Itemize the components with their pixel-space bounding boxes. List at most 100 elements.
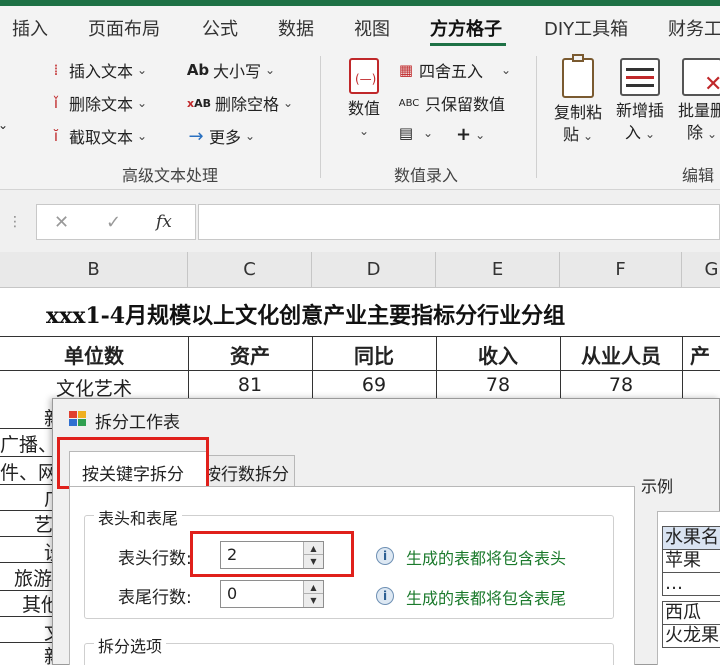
header-cell[interactable]: 从业人员 bbox=[560, 340, 682, 369]
column-header-b[interactable]: B bbox=[0, 252, 188, 288]
formula-input[interactable] bbox=[198, 204, 720, 240]
cut-text-label: 截取文本 bbox=[69, 128, 134, 147]
value-label: 数值 bbox=[347, 99, 380, 118]
edit-grid-icon: ▤ bbox=[398, 124, 414, 142]
tab-insert[interactable]: 插入 bbox=[12, 15, 48, 41]
insert-function-icon[interactable]: fx bbox=[156, 212, 172, 232]
header-cell[interactable]: 资产 bbox=[188, 340, 312, 369]
tab-split-by-rows[interactable]: 按行数拆分 bbox=[203, 455, 295, 487]
highlight-box-tab bbox=[57, 437, 209, 489]
round-label: 四舍五入 bbox=[419, 62, 484, 81]
delete-text-icon: ǐ bbox=[53, 94, 59, 112]
split-worksheet-dialog: 拆分工作表 按行数拆分 按关键字拆分 表头和表尾 表头行数: 2 ▲ ▼ i 生… bbox=[52, 398, 720, 665]
grid-line bbox=[0, 370, 720, 371]
delete-text-label: 删除文本 bbox=[69, 95, 134, 114]
group-separator bbox=[320, 56, 321, 178]
more-button[interactable]: → 更多 ⌄ bbox=[186, 124, 255, 148]
sheet-title: xxx1-4月规模以上文化创意产业主要指标分行业分组 bbox=[46, 303, 566, 329]
column-header-f[interactable]: F bbox=[560, 252, 682, 288]
data-cell[interactable]: 69 bbox=[312, 374, 436, 396]
case-button[interactable]: Ab 大小写 ⌄ bbox=[186, 58, 275, 82]
confirm-icon[interactable]: ✓ bbox=[106, 212, 121, 233]
header-cell[interactable]: 同比 bbox=[312, 340, 436, 369]
row-label[interactable]: 艺 bbox=[34, 510, 53, 537]
data-cell[interactable]: 81 bbox=[188, 374, 312, 396]
grid-line bbox=[0, 336, 720, 337]
tab-fangfangezi[interactable]: 方方格子 bbox=[430, 15, 502, 41]
example-row: 火龙果 bbox=[662, 624, 720, 648]
grid-line bbox=[0, 590, 52, 591]
info-icon: i bbox=[376, 547, 394, 565]
header-cell[interactable]: 收入 bbox=[436, 340, 560, 369]
column-header-c[interactable]: C bbox=[188, 252, 312, 288]
row-label[interactable]: 旅游 bbox=[14, 564, 52, 591]
data-cell[interactable]: 78 bbox=[436, 374, 560, 396]
clipboard-icon bbox=[562, 54, 594, 98]
add-insert-button[interactable]: 新增插 入 ⌄ bbox=[610, 58, 670, 145]
example-row: … bbox=[662, 572, 720, 596]
header-cell[interactable]: 单位数 bbox=[0, 340, 188, 369]
plus-button[interactable]: + ⌄ bbox=[456, 124, 485, 145]
data-cell[interactable]: 78 bbox=[560, 374, 682, 396]
chevron-down-icon: ⌄ bbox=[644, 127, 656, 141]
value-button[interactable]: (—) 数值 ⌄ bbox=[340, 58, 388, 142]
copy-paste-button[interactable]: 复制粘 贴 ⌄ bbox=[548, 54, 608, 147]
row-label[interactable]: 件、网 bbox=[0, 458, 57, 485]
chevron-down-icon: ⌄ bbox=[706, 127, 718, 141]
insert-text-button[interactable]: ⁞ 插入文本 ⌄ bbox=[46, 58, 147, 82]
chevron-down-icon: ⌄ bbox=[423, 126, 434, 140]
row-label[interactable]: 广播、 bbox=[0, 430, 57, 457]
column-header-e[interactable]: E bbox=[436, 252, 560, 288]
grid-line bbox=[0, 428, 52, 429]
chevron-down-icon: ⌄ bbox=[475, 127, 486, 142]
remove-space-button[interactable]: xAB 删除空格 ⌄ bbox=[186, 91, 293, 115]
cut-text-button[interactable]: ĭ 截取文本 ⌄ bbox=[46, 124, 147, 148]
more-label: 更多 bbox=[209, 128, 242, 147]
grid-line bbox=[0, 616, 52, 617]
keep-number-button[interactable]: ABC 只保留数值 bbox=[396, 91, 505, 115]
footer-rows-stepper[interactable]: 0 ▲ ▼ bbox=[220, 580, 324, 608]
add-insert-label-2: 入 bbox=[624, 123, 641, 142]
footer-rows-label: 表尾行数: bbox=[118, 588, 192, 608]
grid-line bbox=[682, 336, 683, 398]
more-options-icon[interactable]: ⋮ bbox=[8, 214, 22, 230]
ribbon-tabs: 插入 页面布局 公式 数据 视图 方方格子 DIY工具箱 财务工 bbox=[0, 6, 720, 46]
chevron-down-icon: ⌄ bbox=[265, 63, 276, 77]
group-separator bbox=[536, 56, 537, 178]
grid-line bbox=[0, 456, 52, 457]
tab-finance[interactable]: 财务工 bbox=[668, 15, 720, 41]
formula-bar: ⋮ ✕ ✓ fx bbox=[0, 190, 720, 252]
increment-icon[interactable]: ▲ bbox=[304, 581, 323, 594]
dialog-title: 拆分工作表 bbox=[95, 413, 180, 433]
collapsed-chevron-icon[interactable]: ⌄ bbox=[0, 118, 8, 132]
delete-text-button[interactable]: ǐ 删除文本 ⌄ bbox=[46, 91, 147, 115]
grid-line bbox=[0, 510, 52, 511]
tab-data[interactable]: 数据 bbox=[278, 15, 314, 41]
header-cell[interactable]: 产 bbox=[690, 340, 720, 369]
data-cell[interactable]: 文化艺术 bbox=[0, 374, 188, 401]
column-header-g[interactable]: G bbox=[682, 252, 720, 288]
column-header-d[interactable]: D bbox=[312, 252, 436, 288]
info-icon: i bbox=[376, 587, 394, 605]
example-label: 示例 bbox=[641, 477, 674, 496]
round-button[interactable]: ▦ 四舍五入 ⌄ bbox=[396, 58, 511, 82]
copy-paste-label-1: 复制粘 bbox=[553, 103, 602, 122]
decrement-icon[interactable]: ▼ bbox=[304, 594, 323, 607]
copy-paste-label-2-row: 贴 ⌄ bbox=[548, 124, 608, 147]
group-label-edit: 编辑 bbox=[682, 166, 715, 185]
app-icon bbox=[69, 411, 86, 426]
tab-view[interactable]: 视图 bbox=[354, 15, 390, 41]
delete-grid-icon: ✕ bbox=[682, 58, 720, 96]
example-row: 西瓜 bbox=[662, 601, 720, 625]
tab-split-by-rows-label: 按行数拆分 bbox=[204, 465, 289, 485]
insert-row-icon bbox=[620, 58, 660, 96]
tab-formulas[interactable]: 公式 bbox=[202, 15, 238, 41]
chevron-down-icon: ⌄ bbox=[137, 129, 148, 143]
add-insert-label-2-row: 入 ⌄ bbox=[610, 122, 670, 145]
tab-page-layout[interactable]: 页面布局 bbox=[88, 15, 160, 41]
example-row: 水果名 bbox=[662, 526, 720, 550]
batch-delete-button[interactable]: ✕ 批量删 除 ⌄ bbox=[672, 58, 720, 145]
tab-diy-toolbox[interactable]: DIY工具箱 bbox=[544, 15, 628, 41]
cancel-icon[interactable]: ✕ bbox=[54, 212, 69, 233]
edit-number-button[interactable]: ▤ ⌄ bbox=[396, 124, 433, 142]
